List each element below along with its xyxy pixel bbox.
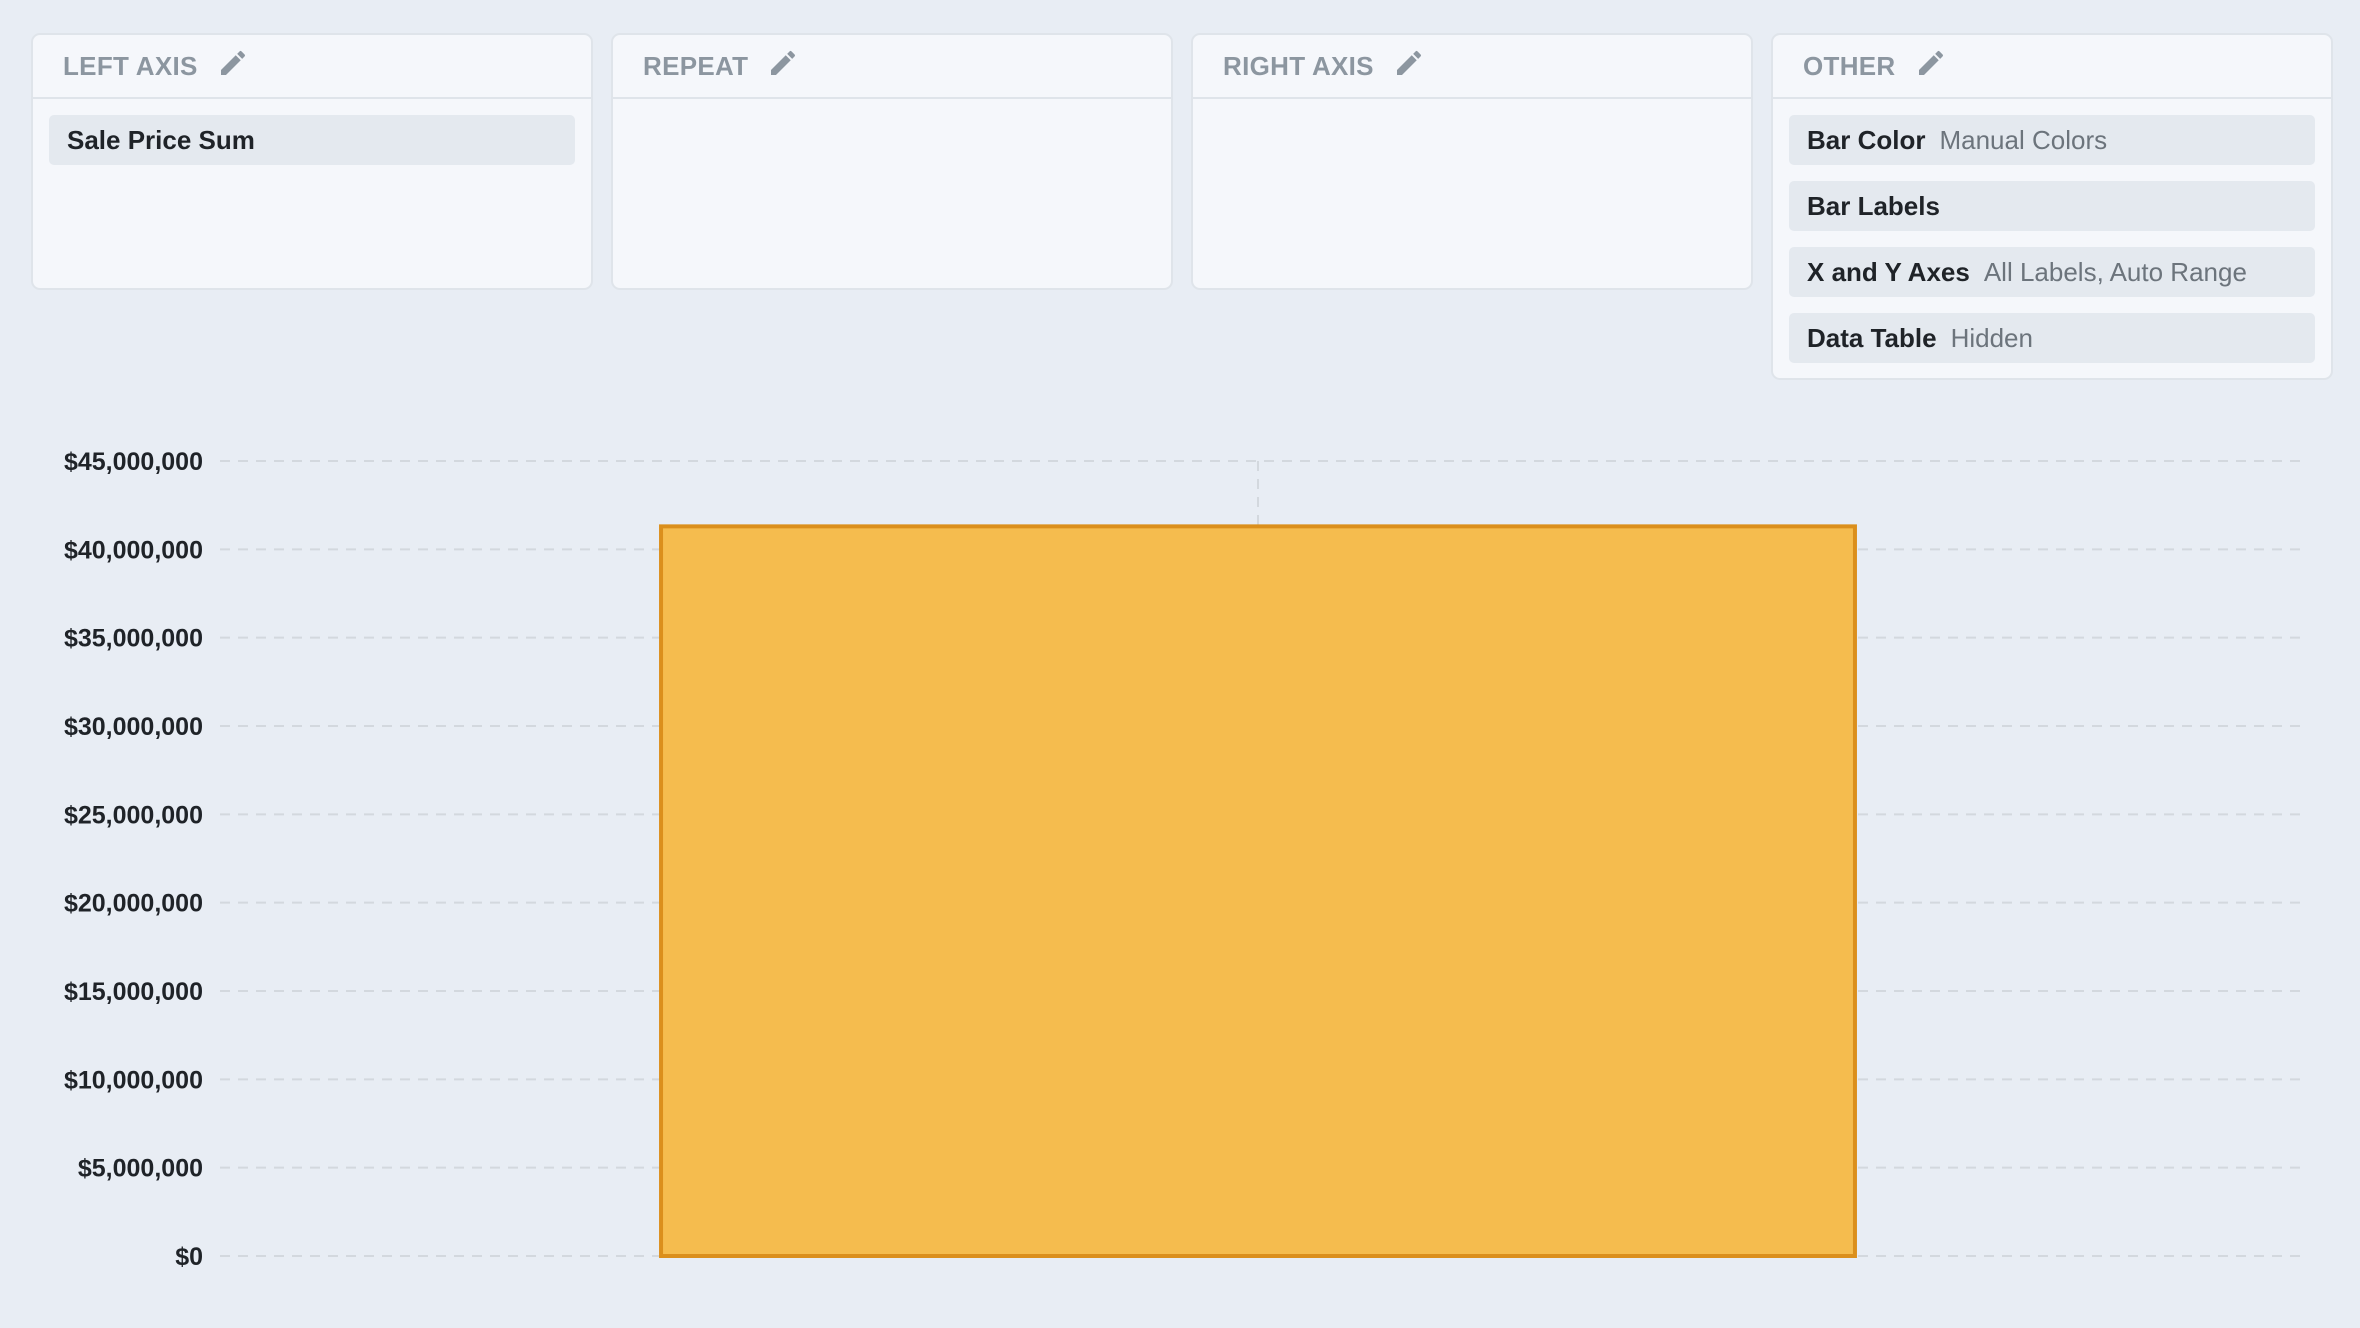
left-axis-title: LEFT AXIS [63, 50, 198, 81]
y-tick-label: $15,000,000 [64, 978, 203, 1006]
left-axis-header: LEFT AXIS [33, 35, 591, 99]
other-header: OTHER [1773, 35, 2331, 99]
y-tick-label: $10,000,000 [64, 1066, 203, 1094]
left-axis-body: Sale Price Sum [33, 99, 591, 197]
other-body: Bar Color Manual Colors Bar Labels X and… [1773, 99, 2331, 395]
setting-bar-color[interactable]: Bar Color Manual Colors [1789, 115, 2315, 165]
right-axis-panel: RIGHT AXIS [1191, 33, 1753, 290]
pencil-icon[interactable] [1392, 46, 1426, 80]
y-tick-label: $0 [175, 1243, 203, 1271]
repeat-title: REPEAT [643, 50, 749, 81]
setting-data-table[interactable]: Data Table Hidden [1789, 313, 2315, 363]
right-axis-header: RIGHT AXIS [1193, 35, 1751, 99]
pencil-icon[interactable] [1914, 46, 1948, 80]
chart-canvas: $0 $5,000,000 $10,000,000 $15,000,000 $20,00… [64, 448, 2300, 1271]
y-tick-label: $20,000,000 [64, 890, 203, 918]
setting-label: Bar Color [1807, 124, 1926, 155]
y-tick-label: $5,000,000 [78, 1155, 203, 1183]
y-tick-label: $45,000,000 [64, 448, 203, 476]
setting-bar-labels[interactable]: Bar Labels [1789, 181, 2315, 231]
pencil-icon[interactable] [216, 46, 250, 80]
repeat-panel: REPEAT [611, 33, 1173, 290]
setting-label: X and Y Axes [1807, 256, 1970, 287]
y-tick-label: $35,000,000 [64, 625, 203, 653]
right-axis-title: RIGHT AXIS [1223, 50, 1374, 81]
setting-value: All Labels, Auto Range [1983, 256, 2247, 287]
other-title: OTHER [1803, 50, 1896, 81]
y-tick-label: $40,000,000 [64, 536, 203, 564]
setting-label: Data Table [1807, 322, 1937, 353]
setting-value: Hidden [1950, 322, 2033, 353]
bar-sale-price-sum[interactable] [659, 524, 1857, 1259]
repeat-header: REPEAT [613, 35, 1171, 99]
field-pill-sale-price-sum[interactable]: Sale Price Sum [49, 115, 575, 165]
field-pill-label: Sale Price Sum [67, 124, 255, 155]
right-axis-body [1193, 99, 1751, 131]
bar-chart: $0 $5,000,000 $10,000,000 $15,000,000 $20,00… [0, 400, 2360, 1328]
repeat-body [613, 99, 1171, 131]
setting-x-and-y-axes[interactable]: X and Y Axes All Labels, Auto Range [1789, 247, 2315, 297]
setting-label: Bar Labels [1807, 190, 1940, 221]
y-tick-label: $30,000,000 [64, 713, 203, 741]
pencil-icon[interactable] [766, 46, 800, 80]
chart-settings-panels: LEFT AXIS Sale Price Sum REPEAT RIGHT AX… [0, 0, 2360, 400]
setting-value: Manual Colors [1939, 124, 2108, 155]
left-axis-panel: LEFT AXIS Sale Price Sum [31, 33, 593, 290]
y-tick-label: $25,000,000 [64, 801, 203, 829]
other-panel: OTHER Bar Color Manual Colors Bar Labels… [1771, 33, 2333, 380]
